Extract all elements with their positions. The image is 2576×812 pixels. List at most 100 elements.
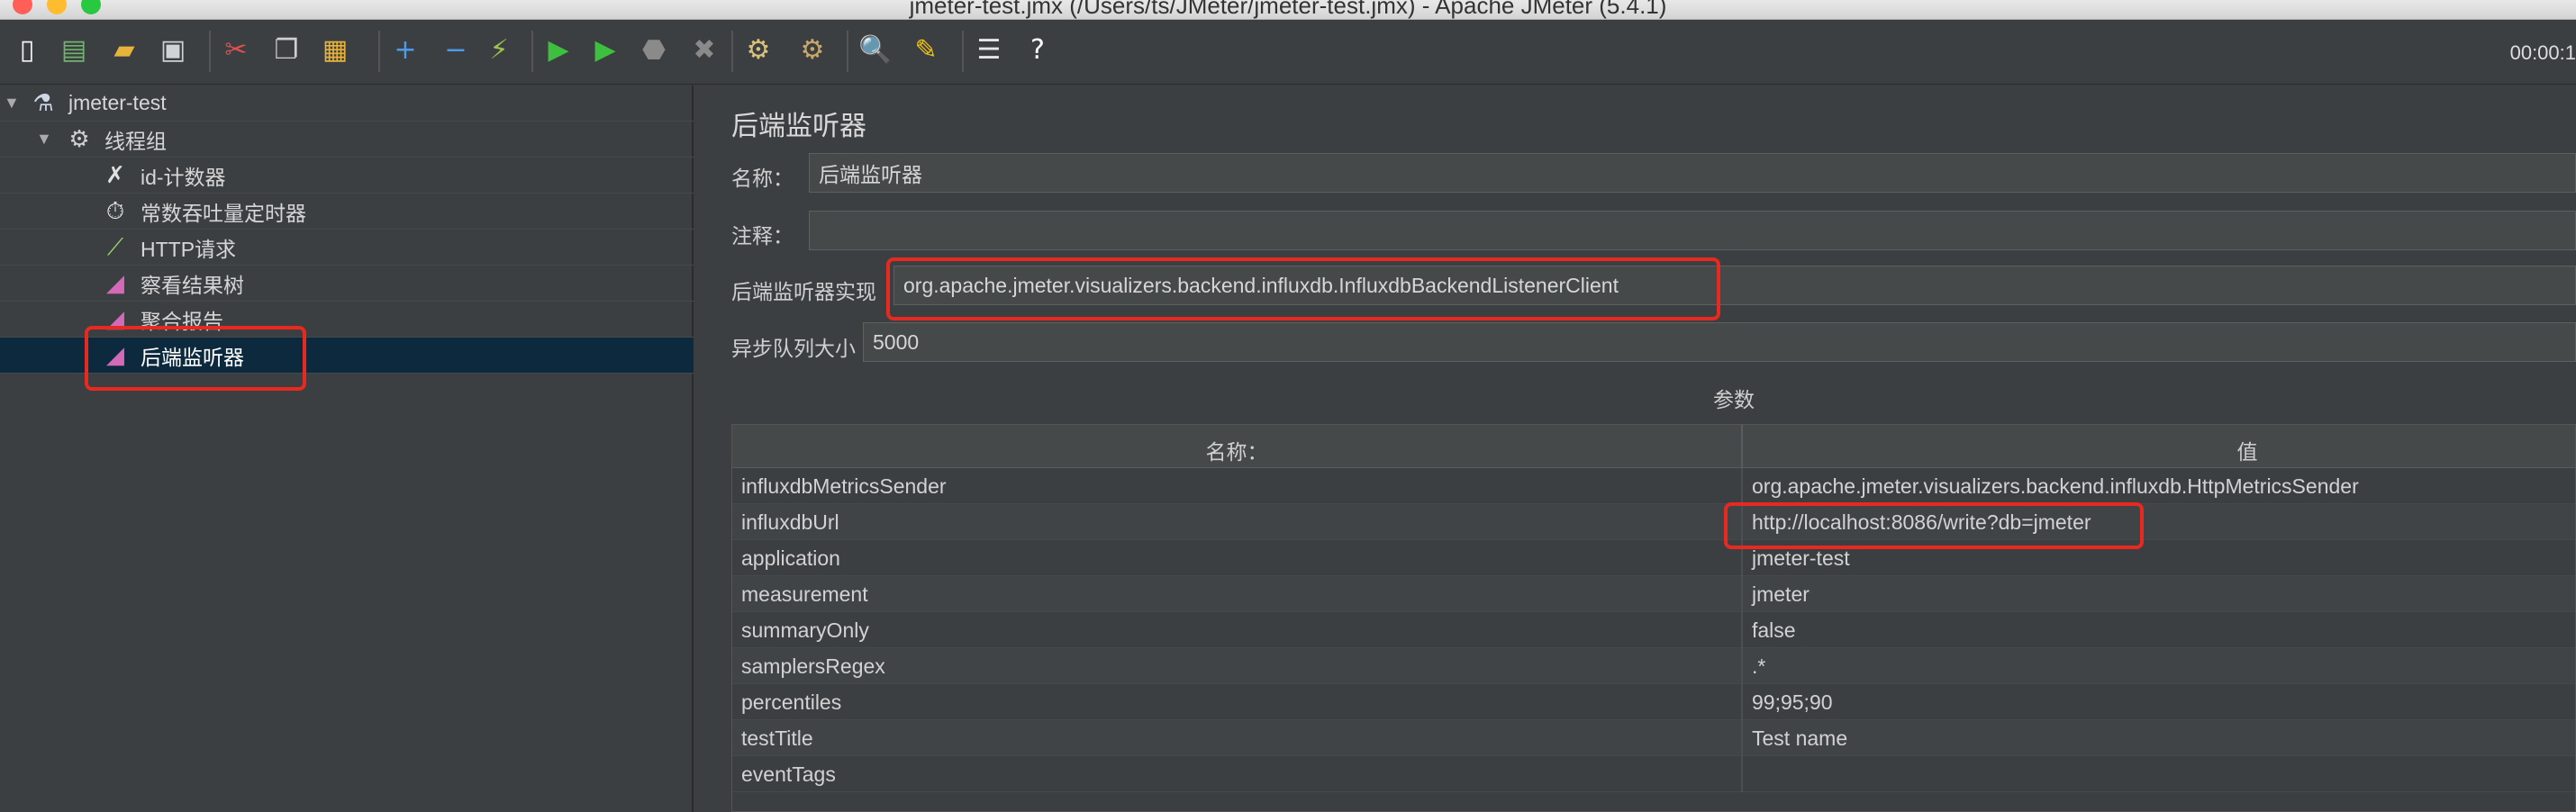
tree-item-backend-listener[interactable]: ◢ 后端监听器 (0, 338, 694, 374)
tree-item-label: 常数吞吐量定时器 (141, 201, 306, 225)
toggle-icon[interactable]: ⚡ (479, 31, 519, 70)
name-field[interactable]: 后端监听器 (809, 153, 2576, 193)
backend-listener-panel: 后端监听器 名称： 后端监听器 注释： 后端监听器实现 org.apache.j… (695, 86, 2576, 812)
parameter-name-cell[interactable]: eventTags (741, 762, 836, 787)
search-icon[interactable]: 🔍 (856, 31, 895, 70)
collapse-icon[interactable]: − (436, 31, 476, 70)
column-header-value[interactable]: 值 (1743, 435, 2575, 465)
collapse-arrow-icon[interactable]: ▼ (36, 130, 52, 149)
help-icon[interactable]: ? (1018, 31, 1057, 70)
shutdown-icon[interactable]: ✖ (685, 31, 724, 70)
parameter-value-cell[interactable]: jmeter-test (1752, 546, 1850, 571)
expand-icon[interactable]: + (385, 31, 425, 70)
column-separator (1741, 540, 1743, 576)
table-row[interactable]: measurement jmeter (732, 576, 2575, 612)
new-icon[interactable]: ▯ (7, 31, 47, 70)
collapse-arrow-icon[interactable]: ▼ (4, 94, 20, 113)
start-no-pauses-icon[interactable]: ▶ (585, 31, 625, 70)
toolbar-separator (378, 31, 380, 72)
stop-icon[interactable]: ⬣ (634, 31, 674, 70)
start-icon[interactable]: ▶ (539, 31, 578, 70)
parameter-name-cell[interactable]: summaryOnly (741, 618, 869, 643)
function-helper-icon[interactable]: ☰ (969, 31, 1009, 70)
table-row[interactable]: application jmeter-test (732, 540, 2575, 576)
clear-icon[interactable]: ⚙ (739, 31, 778, 70)
tools-icon: ✗ (105, 161, 125, 188)
parameter-value-cell[interactable]: false (1752, 618, 1796, 643)
parameter-name-cell[interactable]: influxdbMetricsSender (741, 474, 947, 499)
open-icon[interactable]: ▰ (104, 31, 144, 70)
tree-item-label: 线程组 (104, 129, 167, 153)
parameter-name-cell[interactable]: samplersRegex (741, 654, 885, 679)
column-separator (1741, 468, 1743, 504)
chart-icon: ◢ (106, 269, 124, 296)
table-row[interactable]: influxdbUrl http://localhost:8086/write?d… (732, 504, 2575, 540)
table-row[interactable]: samplersRegex .* (732, 648, 2575, 684)
table-header: 名称： 值 (732, 425, 2575, 468)
column-separator (1741, 576, 1743, 612)
parameters-title: 参数 (1713, 389, 1755, 412)
parameter-name-cell[interactable]: influxdbUrl (741, 510, 839, 535)
paste-icon[interactable]: ▦ (315, 31, 355, 70)
table-row[interactable]: influxdbMetricsSender org.apache.jmeter.v… (732, 468, 2575, 504)
comment-label: 注释： (731, 225, 794, 248)
table-row[interactable]: eventTags (732, 756, 2575, 792)
cut-icon[interactable]: ✂ (216, 31, 256, 70)
test-plan-tree[interactable]: ▼ ⚗ jmeter-test ▼ ⚙ 线程组 ✗ id-计数器 ⏱ 常数吞吐量… (0, 86, 694, 812)
implementation-label: 后端监听器实现 (731, 281, 876, 304)
tree-item-label: HTTP请求 (141, 237, 237, 261)
parameter-name-cell[interactable]: testTitle (741, 726, 813, 751)
table-row[interactable]: summaryOnly false (732, 612, 2575, 648)
page-title: 后端监听器 (731, 111, 866, 142)
tree-item-view-results-tree[interactable]: ◢ 察看结果树 (0, 266, 694, 302)
parameter-name-cell[interactable]: measurement (741, 582, 868, 607)
save-icon[interactable]: ▣ (153, 31, 193, 70)
column-separator (1741, 684, 1743, 720)
tree-item-label: 聚合报告 (141, 309, 223, 333)
elapsed-timer: 00:00:1 (2509, 41, 2576, 64)
clear-all-icon[interactable]: ⚙ (793, 31, 832, 70)
column-header-name[interactable]: 名称： (732, 435, 1741, 465)
chart-icon: ◢ (106, 305, 124, 332)
gear-icon: ⚙ (68, 125, 90, 152)
name-label: 名称： (731, 167, 794, 191)
tree-item-thread-group[interactable]: ▼ ⚙ 线程组 (0, 122, 694, 158)
column-separator (1741, 756, 1743, 792)
tree-item-counter[interactable]: ✗ id-计数器 (0, 158, 694, 194)
column-separator (1741, 612, 1743, 648)
column-separator (1741, 648, 1743, 684)
parameter-value-cell[interactable]: 99;95;90 (1752, 690, 1833, 715)
toolbar: ▯ ▤ ▰ ▣ ✂ ❐ ▦ + − ⚡ ▶ ▶ ⬣ ✖ ⚙ ⚙ 🔍 ✎ ☰? 00:00:1 (0, 20, 2576, 85)
parameter-name-cell[interactable]: percentiles (741, 690, 841, 715)
comment-field[interactable] (809, 211, 2576, 250)
parameter-value-cell[interactable]: jmeter (1752, 582, 1810, 607)
toolbar-separator (731, 31, 733, 72)
templates-icon[interactable]: ▤ (54, 31, 94, 70)
table-row[interactable]: testTitle Test name (732, 720, 2575, 756)
tree-item-timer[interactable]: ⏱ 常数吞吐量定时器 (0, 194, 694, 230)
queue-size-field[interactable]: 5000 (863, 322, 2576, 362)
reset-search-icon[interactable]: ✎ (906, 31, 946, 70)
toolbar-separator (531, 31, 533, 72)
tree-item-test-plan[interactable]: ▼ ⚗ jmeter-test (0, 86, 694, 122)
parameter-name-cell[interactable]: application (741, 546, 840, 571)
tree-item-aggregate-report[interactable]: ◢ 聚合报告 (0, 302, 694, 338)
title-bar: jmeter-test.jmx (/Users/ts/JMeter/jmeter… (0, 0, 2576, 20)
parameter-value-cell[interactable]: org.apache.jmeter.visualizers.backend.in… (1752, 474, 2359, 499)
toolbar-separator (209, 31, 211, 72)
copy-icon[interactable]: ❐ (267, 31, 306, 70)
parameter-value-cell[interactable]: http://localhost:8086/write?db=jmeter (1752, 510, 2091, 535)
parameter-value-cell[interactable]: .* (1752, 654, 1765, 679)
flask-icon: ⚗ (32, 89, 54, 116)
tree-item-http-request[interactable]: ⟋ HTTP请求 (0, 230, 694, 266)
column-separator (1741, 504, 1743, 540)
implementation-select[interactable]: org.apache.jmeter.visualizers.backend.in… (893, 266, 2576, 305)
tree-item-label: 后端监听器 (141, 345, 244, 369)
table-row[interactable]: percentiles 99;95;90 (732, 684, 2575, 720)
tree-item-label: 察看结果树 (141, 273, 244, 297)
window-title: jmeter-test.jmx (/Users/ts/JMeter/jmeter… (909, 0, 1667, 19)
parameters-table[interactable]: 名称： 值 influxdbMetricsSender org.apache.jm… (731, 424, 2576, 812)
queue-size-label: 异步队列大小 (731, 338, 856, 361)
chart-icon: ◢ (106, 341, 124, 368)
parameter-value-cell[interactable]: Test name (1752, 726, 1847, 751)
